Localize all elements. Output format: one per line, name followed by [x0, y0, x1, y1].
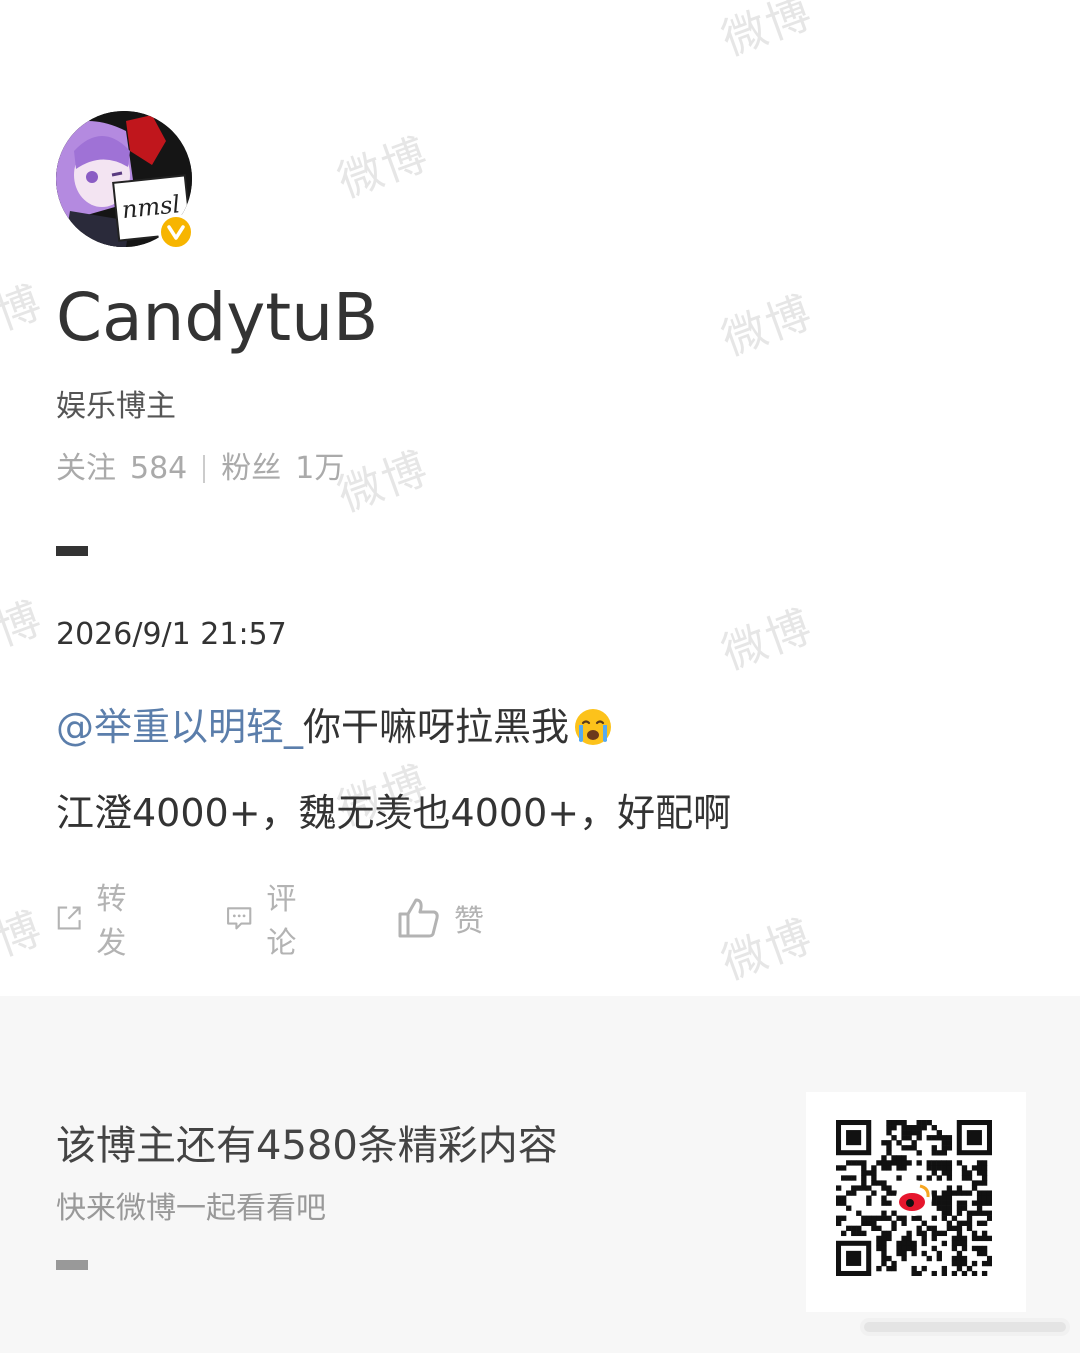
following-label: 关注 [56, 451, 116, 486]
post-text-1: 你干嘛呀拉黑我 [303, 705, 570, 749]
footer-promo: 该博主还有4580条精彩内容 快来微博一起看看吧 [0, 996, 1080, 1353]
post-line-1: @举重以明轻_ 你干嘛呀拉黑我 [56, 700, 613, 754]
like-label: 赞 [454, 904, 484, 939]
comment-button[interactable]: 评论 [226, 882, 308, 961]
like-button[interactable]: 赞 [396, 892, 484, 944]
post-line-2: 江澄4000+，魏无羡也4000+，好配啊 [56, 791, 732, 835]
more-content-subtext: 快来微博一起看看吧 [56, 1191, 326, 1226]
divider [56, 546, 88, 556]
repost-icon [57, 906, 81, 930]
watermark: 微博 [715, 910, 820, 990]
user-role: 娱乐博主 [56, 389, 176, 424]
watermark: 微博 [0, 276, 50, 356]
watermark: 微博 [715, 286, 820, 366]
more-content-text: 该博主还有4580条精彩内容 [56, 1123, 558, 1169]
watermark: 微博 [715, 0, 820, 66]
watermark: 微博 [715, 600, 820, 680]
stats-divider [203, 455, 206, 483]
repost-button[interactable]: 转发 [56, 882, 138, 961]
followers-count: 1万 [295, 451, 345, 486]
thumbs-up-icon [398, 898, 439, 938]
watermark: 微博 [0, 902, 50, 982]
followers-label: 粉丝 [221, 451, 282, 486]
qr-code-card[interactable] [806, 1092, 1026, 1312]
watermark: 微博 [0, 592, 50, 672]
comment-label: 评论 [266, 882, 297, 961]
qr-code-icon [836, 1120, 992, 1276]
comment-icon [227, 907, 252, 930]
verified-badge-icon [158, 214, 194, 250]
mention-link[interactable]: @举重以明轻_ [56, 700, 303, 754]
username[interactable]: CandytuB [56, 278, 378, 358]
post-date: 2026/9/1 21:57 [56, 617, 287, 652]
user-stats: 关注 584 粉丝 1万 [56, 449, 344, 489]
footer-divider [56, 1260, 88, 1270]
scroll-indicator-icon [860, 1318, 1070, 1336]
crying-face-icon [573, 707, 613, 747]
watermark: 微博 [331, 128, 436, 208]
following-count: 584 [130, 451, 188, 486]
repost-label: 转发 [96, 882, 127, 961]
